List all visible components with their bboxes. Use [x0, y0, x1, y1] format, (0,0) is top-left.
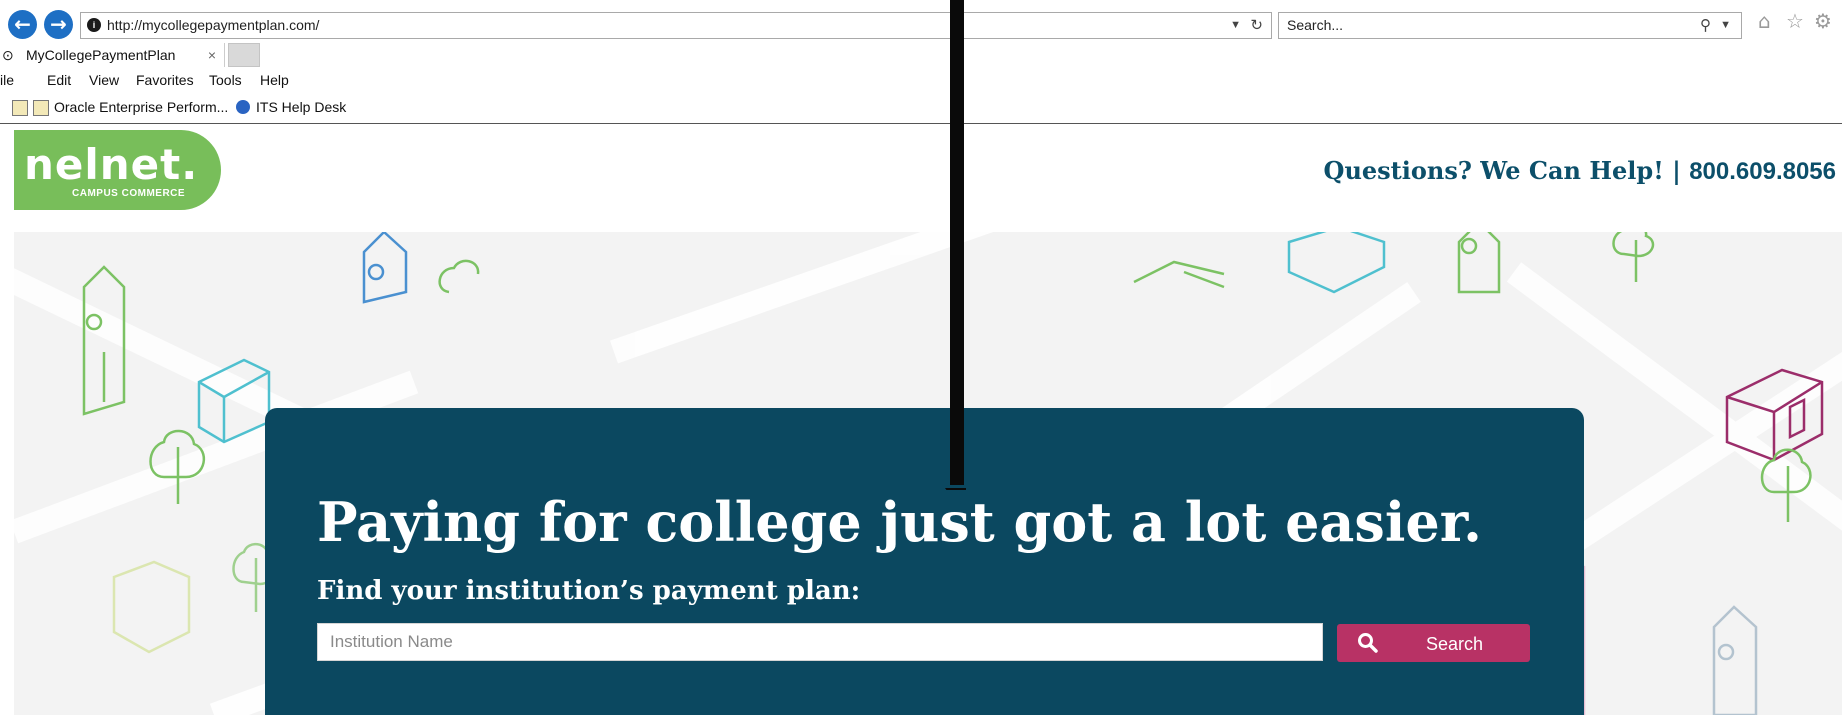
tree-icon — [438, 259, 480, 294]
help-separator: | — [1672, 156, 1681, 185]
help-contact: Questions? We Can Help! | 800.609.8056 — [1324, 156, 1836, 186]
clock-tower-icon — [1457, 232, 1501, 294]
home-icon[interactable]: ⌂ — [1758, 9, 1771, 33]
browser-chrome: ← → i http://mycollegepaymentplan.com/ ▼… — [0, 0, 1842, 124]
clock-tower-icon — [362, 232, 408, 304]
close-icon[interactable]: × — [208, 43, 216, 67]
tab-title: MyCollegePaymentPlan — [26, 47, 176, 63]
favorite-folder-icon — [12, 100, 28, 116]
help-text: Questions? We Can Help! — [1323, 156, 1664, 185]
arrow-left-icon: ← — [14, 12, 31, 36]
annotation-arrow — [945, 0, 966, 490]
web-page: nelnet. CAMPUS COMMERCE Questions? We Ca… — [14, 124, 1842, 715]
forward-button[interactable]: → — [44, 10, 73, 39]
building-icon — [1287, 232, 1386, 294]
favorite-its-help-desk[interactable]: ITS Help Desk — [256, 95, 346, 119]
nelnet-logo[interactable]: nelnet. CAMPUS COMMERCE — [14, 130, 221, 210]
menu-bar: ile Edit View Favorites Tools Help — [0, 68, 1842, 92]
menu-tools[interactable]: Tools — [209, 68, 242, 92]
hero-headline: Paying for college just got a lot easier… — [317, 490, 1482, 554]
browser-search-placeholder: Search... — [1287, 17, 1344, 33]
favorite-page-icon — [33, 100, 49, 116]
url-text: http://mycollegepaymentplan.com/ — [107, 17, 320, 33]
menu-file[interactable]: ile — [0, 68, 14, 92]
search-icon — [1358, 633, 1378, 653]
refresh-icon[interactable]: ↻ — [1250, 13, 1263, 38]
menu-help[interactable]: Help — [260, 68, 289, 92]
phone-number[interactable]: 800.609.8056 — [1689, 158, 1836, 185]
search-button-label: Search — [1426, 634, 1484, 654]
building-icon — [1133, 260, 1225, 289]
logo-wordmark: nelnet. — [24, 140, 199, 189]
chevron-down-icon[interactable]: ▼ — [1720, 13, 1731, 38]
logo-subtitle: CAMPUS COMMERCE — [72, 188, 186, 199]
arrow-right-icon: → — [50, 12, 67, 36]
address-row: ← → i http://mycollegepaymentplan.com/ ▼… — [0, 8, 1842, 42]
address-bar[interactable]: i http://mycollegepaymentplan.com/ ▼ ↻ — [80, 12, 1272, 39]
search-button[interactable]: Search — [1337, 624, 1530, 662]
tab-mycollegepaymentplan[interactable]: ⊙ MyCollegePaymentPlan × — [0, 43, 225, 67]
hero-subhead: Find your institution’s payment plan: — [317, 576, 861, 606]
menu-edit[interactable]: Edit — [47, 68, 71, 92]
clock-tower-icon — [1712, 605, 1758, 715]
back-button[interactable]: ← — [8, 10, 37, 39]
site-header: nelnet. CAMPUS COMMERCE Questions? We Ca… — [14, 124, 1842, 232]
page-icon: ⊙ — [2, 47, 14, 63]
new-tab-button[interactable] — [228, 43, 260, 67]
menu-view[interactable]: View — [89, 68, 119, 92]
favorite-oracle[interactable]: Oracle Enterprise Perform... — [54, 95, 228, 119]
menu-favorites[interactable]: Favorites — [136, 68, 194, 92]
settings-gear-icon[interactable]: ⚙ — [1814, 9, 1832, 33]
favorites-star-icon[interactable]: ☆ — [1786, 9, 1804, 33]
site-info-icon[interactable]: i — [87, 18, 101, 32]
tree-icon — [1612, 232, 1655, 282]
globe-icon — [236, 100, 250, 114]
tab-strip: ⊙ MyCollegePaymentPlan × — [0, 43, 1842, 67]
plan-search-card: Paying for college just got a lot easier… — [265, 408, 1584, 715]
favorites-bar: Oracle Enterprise Perform... ITS Help De… — [0, 95, 1842, 119]
chevron-down-icon[interactable]: ▼ — [1230, 13, 1241, 38]
browser-search-box[interactable]: Search... ⚲ ▼ — [1278, 12, 1742, 39]
institution-search-input[interactable] — [317, 623, 1323, 661]
search-icon[interactable]: ⚲ — [1700, 13, 1711, 38]
hero-section: Paying for college just got a lot easier… — [14, 232, 1842, 715]
